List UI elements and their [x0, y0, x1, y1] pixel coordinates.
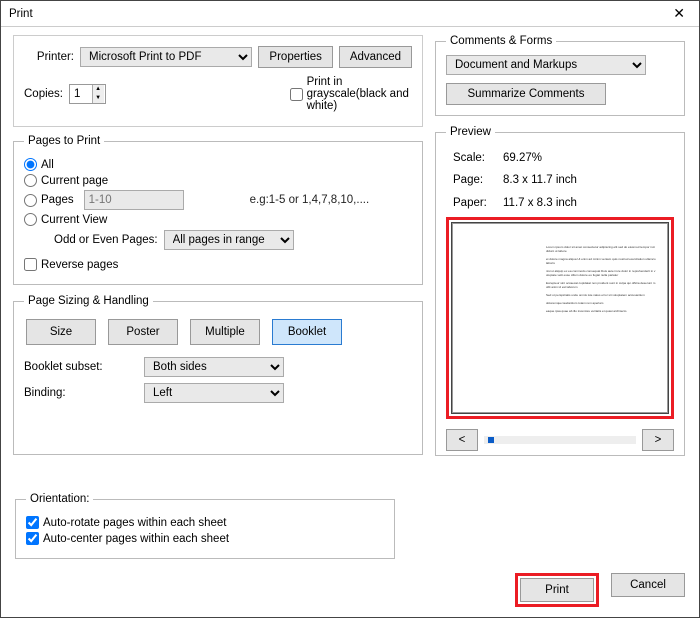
comments-group: Comments & Forms Document and Markups Su… — [435, 35, 685, 116]
auto-rotate-checkbox[interactable] — [26, 516, 39, 529]
preview-group: Preview Scale:69.27% Page:8.3 x 11.7 inc… — [435, 126, 685, 456]
radio-current-label: Current page — [41, 175, 108, 187]
sizing-legend: Page Sizing & Handling — [24, 295, 153, 307]
preview-prev-button[interactable]: < — [446, 429, 478, 451]
advanced-button[interactable]: Advanced — [339, 46, 412, 68]
pages-to-print-group: Pages to Print All Current page Pages e.… — [13, 135, 423, 285]
binding-select[interactable]: Left — [144, 383, 284, 403]
preview-slider[interactable] — [484, 436, 636, 444]
odd-even-select[interactable]: All pages in range — [164, 230, 294, 250]
grayscale-label: Print in grayscale(black and white) — [307, 76, 412, 112]
radio-current-page[interactable] — [24, 174, 37, 187]
tab-size[interactable]: Size — [26, 319, 96, 345]
pages-input[interactable] — [84, 190, 184, 210]
comments-select[interactable]: Document and Markups — [446, 55, 646, 75]
copies-label: Copies: — [24, 88, 63, 100]
preview-box: Lorem ipsum dolor sit amet consectetur a… — [446, 217, 674, 419]
printer-select[interactable]: Microsoft Print to PDF — [80, 47, 252, 67]
auto-rotate-label: Auto-rotate pages within each sheet — [43, 517, 226, 529]
booklet-subset-select[interactable]: Both sides — [144, 357, 284, 377]
radio-all[interactable] — [24, 158, 37, 171]
printer-label: Printer: — [24, 51, 74, 63]
properties-button[interactable]: Properties — [258, 46, 332, 68]
preview-page-content: Lorem ipsum dolor sit amet consectetur a… — [546, 245, 656, 313]
tab-booklet[interactable]: Booklet — [272, 319, 342, 345]
orientation-group: Orientation: Auto-rotate pages within ea… — [15, 493, 395, 559]
reverse-pages-checkbox[interactable] — [24, 258, 37, 271]
radio-pages[interactable] — [24, 194, 37, 207]
copies-spinner[interactable]: 1 ▲▼ — [69, 84, 106, 104]
preview-page: Lorem ipsum dolor sit amet consectetur a… — [451, 222, 669, 414]
radio-pages-label: Pages — [41, 194, 74, 206]
titlebar: Print ✕ — [1, 1, 699, 27]
preview-meta: Scale:69.27% Page:8.3 x 11.7 inch Paper:… — [450, 146, 580, 215]
spinner-up-icon[interactable]: ▲ — [92, 85, 104, 94]
radio-current-view-label: Current View — [41, 214, 107, 226]
grayscale-checkbox[interactable] — [290, 88, 303, 101]
summarize-comments-button[interactable]: Summarize Comments — [446, 83, 606, 105]
comments-legend: Comments & Forms — [446, 35, 556, 47]
pages-legend: Pages to Print — [24, 135, 104, 147]
binding-label: Binding: — [24, 387, 144, 399]
odd-even-label: Odd or Even Pages: — [54, 234, 158, 246]
auto-center-label: Auto-center pages within each sheet — [43, 533, 229, 545]
tab-poster[interactable]: Poster — [108, 319, 178, 345]
radio-current-view[interactable] — [24, 213, 37, 226]
print-button[interactable]: Print — [520, 578, 594, 602]
booklet-subset-label: Booklet subset: — [24, 361, 144, 373]
page-sizing-group: Page Sizing & Handling Size Poster Multi… — [13, 295, 423, 455]
close-icon[interactable]: ✕ — [665, 3, 693, 24]
reverse-pages-label: Reverse pages — [41, 259, 118, 271]
window-title: Print — [9, 8, 33, 20]
preview-legend: Preview — [446, 126, 495, 138]
orientation-legend: Orientation: — [26, 493, 93, 505]
printer-group: Printer: Microsoft Print to PDF Properti… — [13, 35, 423, 127]
spinner-down-icon[interactable]: ▼ — [92, 94, 104, 103]
preview-next-button[interactable]: > — [642, 429, 674, 451]
tab-multiple[interactable]: Multiple — [190, 319, 260, 345]
copies-value: 1 — [74, 88, 80, 100]
radio-all-label: All — [41, 159, 54, 171]
pages-hint: e.g:1-5 or 1,4,7,8,10,.... — [250, 194, 370, 206]
cancel-button[interactable]: Cancel — [611, 573, 685, 597]
auto-center-checkbox[interactable] — [26, 532, 39, 545]
